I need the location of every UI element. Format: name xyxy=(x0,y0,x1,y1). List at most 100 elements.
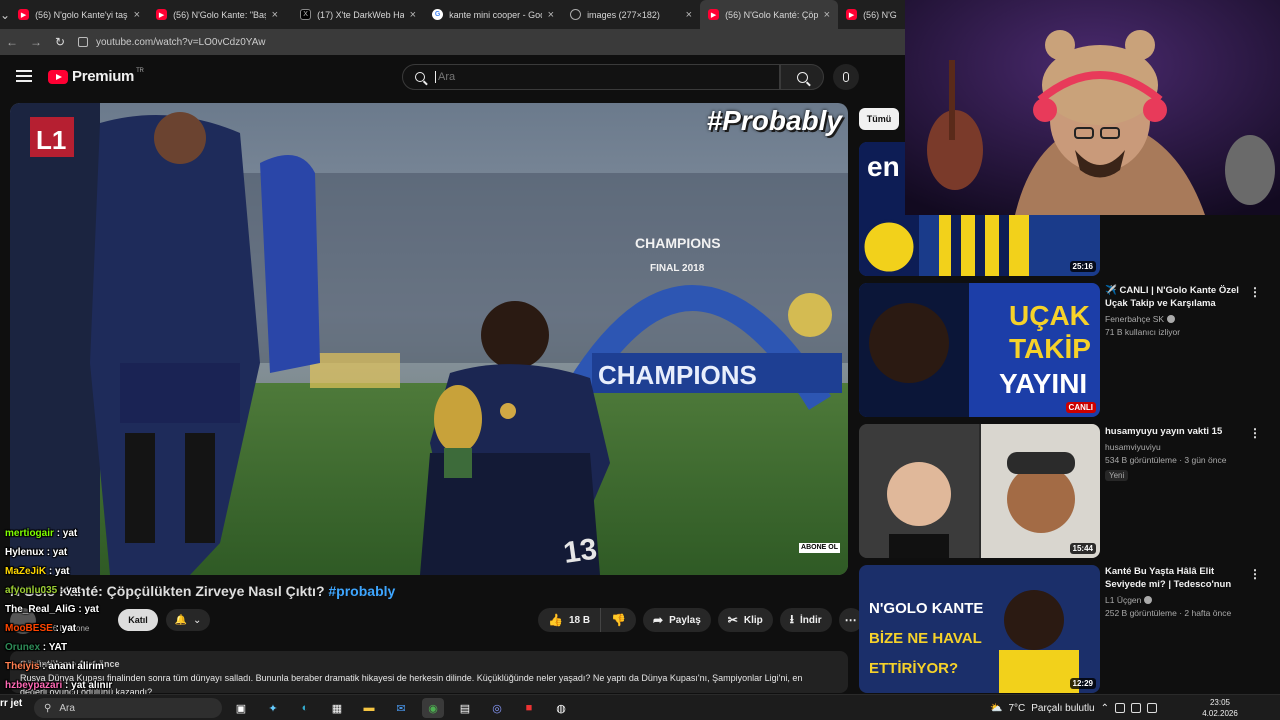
youtube-icon: ▶ xyxy=(156,9,168,20)
recommended-video-4[interactable]: N'GOLO KANTE BİZE NE HAVAL ETTİRİYOR? 12… xyxy=(859,565,1100,693)
more-options-icon[interactable]: ⋮ xyxy=(1249,567,1261,581)
download-button[interactable]: ⭳ İndir xyxy=(779,608,832,632)
tab-title: (56) N'Golo Kanté: Çöpçü xyxy=(725,9,818,20)
tab-title: (56) N'Golo Kante: "Başka xyxy=(173,9,266,20)
site-info-icon[interactable] xyxy=(78,37,88,47)
subscribe-watermark[interactable]: ABONE OL xyxy=(799,543,840,553)
youtube-header: Premium TR xyxy=(0,55,905,99)
chat-username: afyonlu035 xyxy=(5,585,58,596)
duration-badge: 25:16 xyxy=(1069,261,1096,272)
tab-title: images (277×182) xyxy=(587,9,660,20)
recommended-video-2[interactable]: UÇAK TAKİP YAYINI CANLI xyxy=(859,283,1100,417)
clock-time: 23:05 xyxy=(1209,698,1231,707)
weather-text[interactable]: Parçalı bulutlu xyxy=(1031,703,1094,714)
close-tab-icon[interactable]: × xyxy=(134,9,140,21)
edge-icon[interactable]: ◐ xyxy=(294,698,316,718)
live-badge: CANLI xyxy=(1065,402,1096,413)
filter-chip-all[interactable]: Tümü xyxy=(859,108,899,130)
thumb-text-line-2: TAKİP xyxy=(1009,333,1091,364)
menu-icon[interactable] xyxy=(16,70,32,82)
browser-tab[interactable]: ▶ (56) N'golo Kante'yi taşıyı × xyxy=(10,0,148,29)
chat-text: : yat xyxy=(56,528,78,539)
notes-icon[interactable]: ▤ xyxy=(454,698,476,718)
thumbnail: N'GOLO KANTE BİZE NE HAVAL ETTİRİYOR? xyxy=(859,565,1100,693)
browser-tab-bar: ⌄ ▶ (56) N'golo Kante'yi taşıyı × ▶ (56) N'G… xyxy=(0,0,905,29)
recommended-meta: 252 B görüntüleme · 2 hafta önce xyxy=(1105,608,1232,618)
browser-tab[interactable]: ▶ (56) N'Golo Kanté: Çöpçü × xyxy=(700,0,839,29)
thumb-text-line-2: BİZE NE HAVAL xyxy=(869,630,982,647)
close-tab-icon[interactable]: × xyxy=(686,9,692,21)
clock-date: 4.02.2026 xyxy=(1202,709,1238,718)
system-clock[interactable]: 23:05 4.02.2026 xyxy=(1200,697,1240,719)
chat-username: The_Real_AliG xyxy=(5,604,76,615)
chat-username: Orunex xyxy=(5,642,41,653)
close-tab-icon[interactable]: × xyxy=(410,9,416,21)
chat-message: Theiyis : anani alirim xyxy=(5,661,104,672)
more-options-icon[interactable]: ⋮ xyxy=(1249,426,1261,440)
youtube-icon: ▶ xyxy=(18,9,30,20)
like-button[interactable]: 👍 18 B xyxy=(538,608,602,632)
share-button[interactable]: ➦ Paylaş xyxy=(643,608,711,632)
video-frame: CHAMPIONS CHAMPIONS FINAL 2018 13 L1 xyxy=(10,103,848,575)
back-icon[interactable]: ← xyxy=(0,35,24,49)
logo-text: Premium xyxy=(72,68,135,85)
chrome-icon[interactable]: ◉ xyxy=(422,698,444,718)
thumbs-up-icon: 👍 xyxy=(548,613,563,627)
discord-icon[interactable]: ◎ xyxy=(486,698,508,718)
obs-icon[interactable]: ◍ xyxy=(550,698,572,718)
chat-message: Hylenux : yat xyxy=(5,547,67,558)
browser-tab[interactable]: Gkante mini cooper - Goog × xyxy=(424,0,562,29)
tray-chevron-icon[interactable]: ⌃ xyxy=(1101,703,1109,714)
copilot-icon[interactable]: ✦ xyxy=(262,698,284,718)
search-input[interactable] xyxy=(435,71,755,83)
x-icon: X xyxy=(300,9,312,20)
recommended-meta: 534 B görüntüleme · 3 gün önce xyxy=(1105,455,1227,465)
store-icon[interactable]: ▦ xyxy=(326,698,348,718)
battery-icon[interactable] xyxy=(1147,703,1158,713)
video-player[interactable]: CHAMPIONS CHAMPIONS FINAL 2018 13 L1 #Pr… xyxy=(10,103,848,575)
close-tab-icon[interactable]: × xyxy=(272,9,278,21)
chat-username: mertiogair xyxy=(5,528,54,539)
google-icon: G xyxy=(432,9,444,20)
chat-username: MooBESE xyxy=(5,623,53,634)
youtube-premium-logo[interactable]: Premium TR xyxy=(48,68,144,85)
browser-tab[interactable]: images (277×182) × xyxy=(562,0,700,29)
chat-username: Theiyis xyxy=(5,661,40,672)
chat-text: : yat alınır xyxy=(65,680,113,691)
video-app-icon[interactable]: ■ xyxy=(518,698,540,718)
duration-badge: 12:29 xyxy=(1069,678,1096,689)
recommended-video-4-info[interactable]: Kanté Bu Yaşta Hâlâ Elit Seviyede mi? | … xyxy=(1105,565,1240,618)
forward-icon[interactable]: → xyxy=(24,35,48,49)
browser-tab[interactable]: X (17) X'te DarkWeb Haber × xyxy=(286,0,424,29)
clip-button[interactable]: ✂ Klip xyxy=(717,608,773,632)
chat-message: hzbeypazari : yat alınır xyxy=(5,680,112,691)
download-icon: ⭳ xyxy=(789,611,794,626)
tab-search-chevron-icon[interactable]: ⌄ xyxy=(0,0,10,29)
taskbar-search[interactable]: ⚲ Ara xyxy=(34,698,222,718)
recommended-video-3[interactable]: 15:44 xyxy=(859,424,1100,558)
close-tab-icon[interactable]: × xyxy=(824,9,830,21)
chat-username: hzbeypazari xyxy=(5,680,63,691)
chat-text: : anani alirim xyxy=(42,661,104,672)
chat-text: : yat xyxy=(48,566,70,577)
reload-icon[interactable]: ↻ xyxy=(48,35,72,49)
voice-search-button[interactable] xyxy=(833,64,859,90)
network-icon[interactable] xyxy=(1115,703,1126,713)
file-explorer-icon[interactable]: ▬ xyxy=(358,698,380,718)
url-field[interactable]: youtube.com/watch?v=LO0vCdz0YAw xyxy=(78,37,265,48)
browser-tab[interactable]: ▶ (56) N'Golo Kante: "Başka × xyxy=(148,0,286,29)
mail-icon[interactable]: ✉ xyxy=(390,698,412,718)
more-options-icon[interactable]: ⋮ xyxy=(1249,285,1261,299)
recommended-channel: L1 Üçgen xyxy=(1105,595,1240,605)
search-icon xyxy=(415,72,425,82)
chat-text: : yat xyxy=(46,547,68,558)
task-view-icon[interactable]: ▣ xyxy=(230,698,252,718)
volume-icon[interactable] xyxy=(1131,703,1142,713)
recommended-video-2-info[interactable]: ✈️ CANLI | N'Golo Kante Özel Uçak Takip … xyxy=(1105,284,1240,337)
start-label[interactable]: rr jet xyxy=(0,698,22,709)
close-tab-icon[interactable]: × xyxy=(548,9,554,21)
recommended-video-3-info[interactable]: husamyuyu yayın vakti 15 husamviyuviyu 5… xyxy=(1105,425,1240,483)
tab-title: (17) X'te DarkWeb Haber xyxy=(317,9,404,20)
search-button[interactable] xyxy=(780,64,824,90)
dislike-button[interactable]: 👎 xyxy=(601,608,637,632)
